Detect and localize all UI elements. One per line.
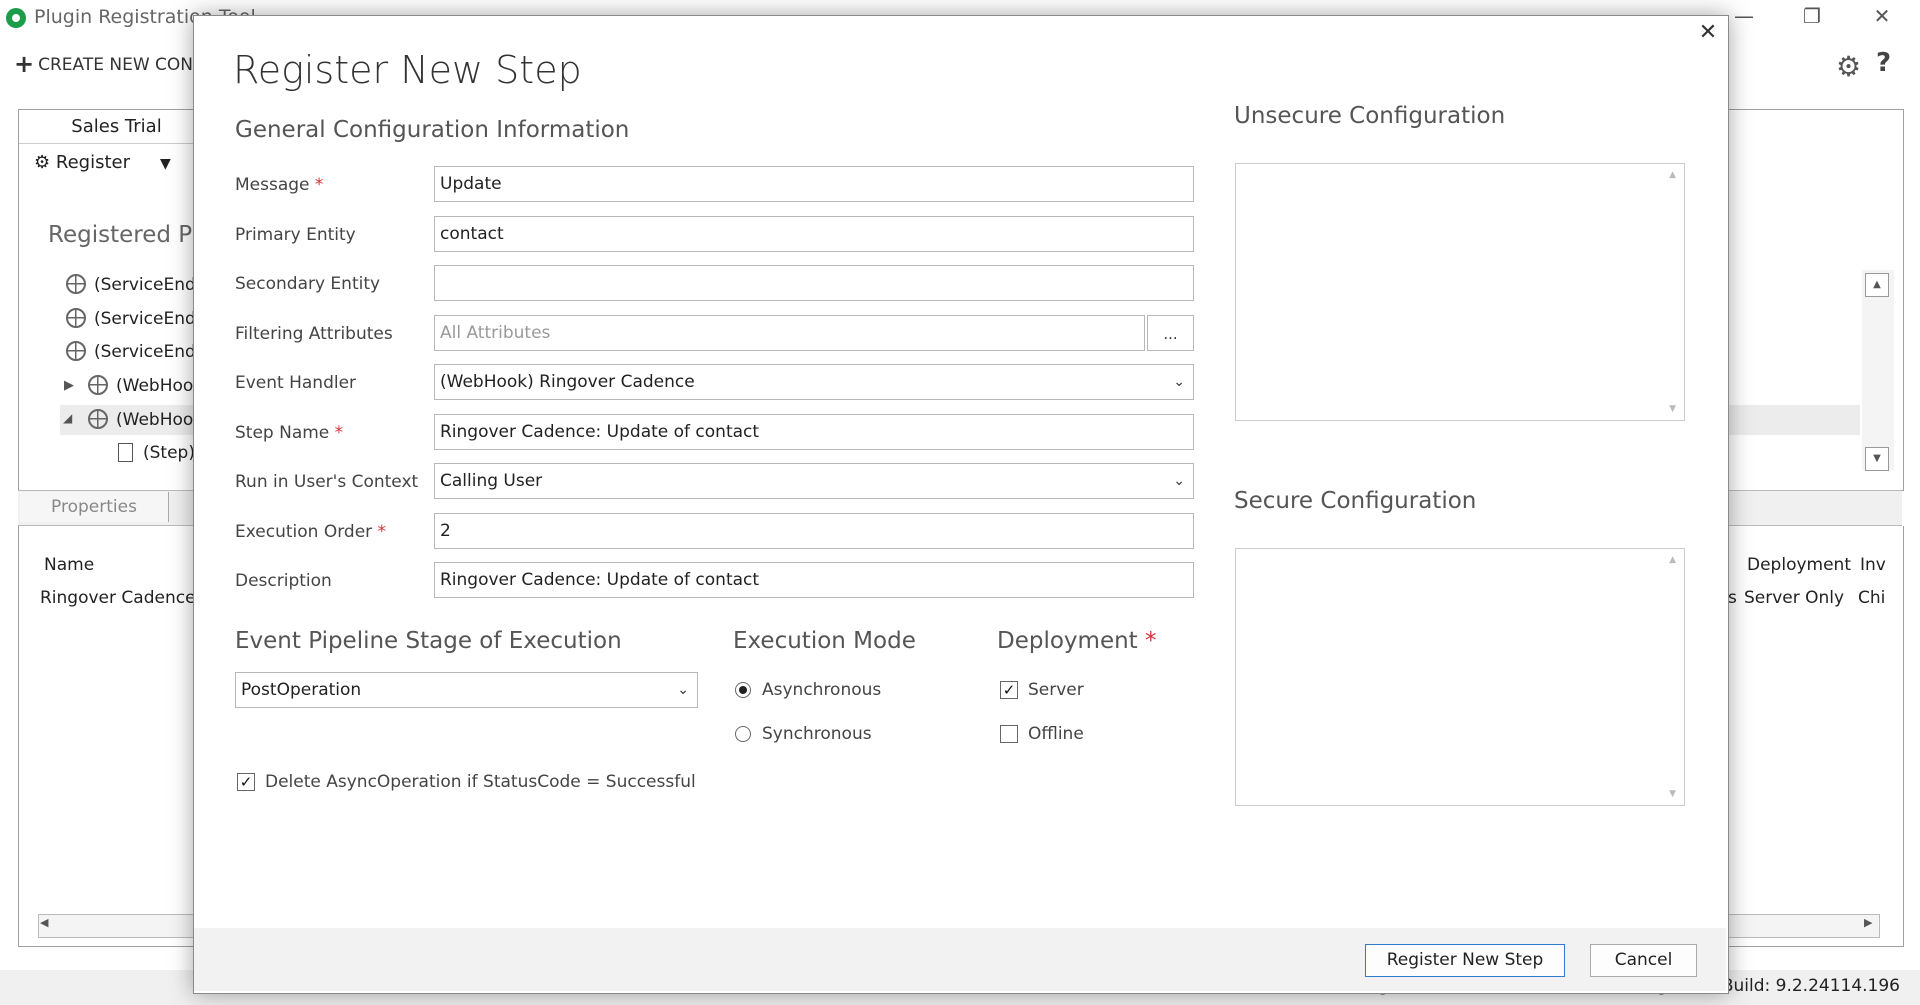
run-context-select[interactable]: Calling User ⌄: [434, 463, 1194, 499]
globe-icon: [88, 409, 108, 429]
globe-icon: [66, 308, 86, 328]
close-icon[interactable]: ✕: [1696, 20, 1720, 45]
column-inv[interactable]: Inv: [1860, 555, 1886, 575]
secure-config-heading: Secure Configuration: [1234, 488, 1477, 514]
cancel-button[interactable]: Cancel: [1590, 944, 1697, 977]
server-checkbox[interactable]: ✓: [1000, 681, 1018, 699]
register-new-step-button[interactable]: Register New Step: [1365, 944, 1565, 977]
deployment-heading: Deployment *: [997, 628, 1157, 654]
register-menu-button[interactable]: ⚙ Register ▼: [34, 152, 171, 173]
filtering-placeholder: All Attributes: [440, 323, 551, 343]
tree-item[interactable]: (WebHook): [88, 375, 210, 396]
scroll-down-icon: ▼: [1669, 404, 1676, 414]
message-label: Message *: [235, 175, 324, 195]
filtering-attributes-button[interactable]: ...: [1147, 315, 1194, 351]
scroll-down-icon: ▼: [1669, 789, 1676, 799]
pipeline-stage-select[interactable]: PostOperation ⌄: [235, 672, 698, 708]
execution-mode-heading: Execution Mode: [733, 628, 916, 654]
general-heading: General Configuration Information: [235, 117, 630, 143]
restore-icon[interactable]: ❐: [1792, 4, 1832, 28]
globe-icon: [66, 341, 86, 361]
expand-icon[interactable]: ▶: [64, 378, 74, 393]
synchronous-radio[interactable]: [735, 726, 751, 742]
execution-order-label: Execution Order *: [235, 522, 387, 542]
help-icon[interactable]: ?: [1876, 48, 1891, 78]
register-label: Register: [55, 152, 130, 173]
step-name-label: Step Name *: [235, 423, 344, 443]
column-name[interactable]: Name: [44, 555, 94, 575]
register-icon: ⚙: [34, 152, 51, 173]
tree-item[interactable]: (Step): [118, 443, 195, 463]
event-handler-label: Event Handler: [235, 373, 357, 393]
tab-org[interactable]: Sales Trial: [19, 111, 214, 144]
message-field[interactable]: Update: [434, 166, 1194, 202]
run-context-label: Run in User's Context: [235, 472, 419, 492]
delete-async-checkbox[interactable]: ✓: [237, 773, 255, 791]
filtering-attributes-field[interactable]: All Attributes: [434, 315, 1145, 351]
pipeline-heading: Event Pipeline Stage of Execution: [235, 628, 622, 654]
chevron-down-icon: ⌄: [677, 682, 689, 698]
collapse-icon[interactable]: ◢: [63, 411, 72, 425]
column-deployment[interactable]: Deployment: [1747, 555, 1851, 575]
gear-icon[interactable]: ⚙: [1836, 50, 1861, 83]
app-logo-icon: [6, 8, 26, 28]
scroll-right-icon[interactable]: ▶: [1864, 916, 1872, 929]
description-field[interactable]: Ringover Cadence: Update of contact: [434, 562, 1194, 598]
scroll-up-icon[interactable]: ▲: [1865, 273, 1889, 297]
register-step-dialog: [193, 15, 1729, 994]
scroll-up-icon: ▲: [1669, 555, 1676, 565]
asynchronous-radio[interactable]: [735, 682, 751, 698]
scroll-up-icon: ▲: [1669, 170, 1676, 180]
tree-item-label: (Step): [143, 443, 195, 463]
offline-label: Offline: [1028, 724, 1084, 744]
tab-properties[interactable]: Properties: [20, 492, 169, 522]
chevron-down-icon: ⌄: [1173, 473, 1185, 489]
minimize-icon[interactable]: —: [1724, 4, 1764, 28]
secondary-entity-label: Secondary Entity: [235, 274, 381, 294]
window-close-icon[interactable]: ✕: [1862, 4, 1902, 28]
secure-config-textarea[interactable]: ▲ ▼: [1235, 548, 1685, 806]
synchronous-label: Synchronous: [762, 724, 872, 744]
tree-item[interactable]: (WebHook): [88, 409, 210, 430]
step-icon: [118, 443, 133, 462]
primary-entity-label: Primary Entity: [235, 225, 356, 245]
unsecure-config-heading: Unsecure Configuration: [1234, 103, 1506, 129]
event-handler-select[interactable]: (WebHook) Ringover Cadence ⌄: [434, 364, 1194, 400]
run-context-value: Calling User: [440, 471, 543, 491]
primary-entity-field[interactable]: contact: [434, 216, 1194, 252]
grid-cell-inv[interactable]: Chi: [1858, 588, 1885, 608]
description-label: Description: [235, 571, 332, 591]
tree-scrollbar[interactable]: [1862, 270, 1894, 470]
scroll-down-icon[interactable]: ▼: [1865, 447, 1889, 471]
secondary-entity-field[interactable]: [434, 265, 1194, 301]
filtering-attributes-label: Filtering Attributes: [235, 324, 393, 344]
plus-icon: +: [14, 50, 35, 78]
pipeline-stage-value: PostOperation: [241, 680, 362, 700]
dialog-title: Register New Step: [233, 48, 582, 92]
grid-cell-name[interactable]: Ringover Cadence:: [40, 588, 201, 608]
server-label: Server: [1028, 680, 1084, 700]
caret-down-icon: ▼: [159, 156, 171, 172]
chevron-down-icon: ⌄: [1173, 374, 1185, 390]
grid-cell-deployment[interactable]: Server Only: [1744, 588, 1844, 608]
unsecure-config-textarea[interactable]: ▲ ▼: [1235, 163, 1685, 421]
grid-cell-mode[interactable]: s: [1728, 588, 1737, 608]
execution-order-field[interactable]: 2: [434, 513, 1194, 549]
scroll-left-icon[interactable]: ◀: [40, 916, 48, 929]
offline-checkbox[interactable]: [1000, 725, 1018, 743]
globe-icon: [66, 274, 86, 294]
event-handler-value: (WebHook) Ringover Cadence: [440, 372, 695, 392]
delete-async-label: Delete AsyncOperation if StatusCode = Su…: [265, 772, 696, 792]
step-name-field[interactable]: Ringover Cadence: Update of contact: [434, 414, 1194, 450]
globe-icon: [88, 375, 108, 395]
asynchronous-label: Asynchronous: [762, 680, 882, 700]
